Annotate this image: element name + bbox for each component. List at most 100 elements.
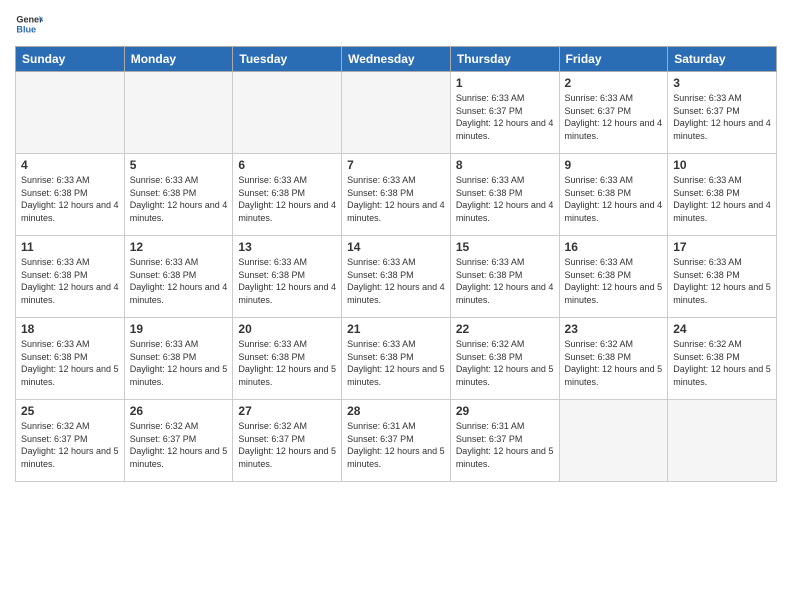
day-info: Sunrise: 6:32 AMSunset: 6:37 PMDaylight:… <box>130 420 228 470</box>
day-cell: 15 Sunrise: 6:33 AMSunset: 6:38 PMDayligh… <box>450 236 559 318</box>
day-number: 6 <box>238 158 336 172</box>
day-info: Sunrise: 6:33 AMSunset: 6:38 PMDaylight:… <box>347 256 445 306</box>
day-number: 22 <box>456 322 554 336</box>
day-number: 23 <box>565 322 663 336</box>
day-info: Sunrise: 6:33 AMSunset: 6:38 PMDaylight:… <box>456 256 554 306</box>
day-cell: 22 Sunrise: 6:32 AMSunset: 6:38 PMDayligh… <box>450 318 559 400</box>
week-row-3: 18 Sunrise: 6:33 AMSunset: 6:38 PMDayligh… <box>16 318 777 400</box>
day-cell: 4 Sunrise: 6:33 AMSunset: 6:38 PMDaylight… <box>16 154 125 236</box>
day-info: Sunrise: 6:33 AMSunset: 6:38 PMDaylight:… <box>130 338 228 388</box>
day-cell: 28 Sunrise: 6:31 AMSunset: 6:37 PMDayligh… <box>342 400 451 482</box>
col-header-friday: Friday <box>559 47 668 72</box>
day-info: Sunrise: 6:33 AMSunset: 6:37 PMDaylight:… <box>456 92 554 142</box>
day-cell: 27 Sunrise: 6:32 AMSunset: 6:37 PMDayligh… <box>233 400 342 482</box>
day-cell: 10 Sunrise: 6:33 AMSunset: 6:38 PMDayligh… <box>668 154 777 236</box>
day-info: Sunrise: 6:33 AMSunset: 6:38 PMDaylight:… <box>347 174 445 224</box>
day-info: Sunrise: 6:33 AMSunset: 6:38 PMDaylight:… <box>21 256 119 306</box>
day-info: Sunrise: 6:33 AMSunset: 6:37 PMDaylight:… <box>565 92 663 142</box>
day-number: 3 <box>673 76 771 90</box>
day-number: 17 <box>673 240 771 254</box>
day-cell <box>16 72 125 154</box>
day-info: Sunrise: 6:33 AMSunset: 6:38 PMDaylight:… <box>565 174 663 224</box>
day-cell <box>342 72 451 154</box>
svg-text:Blue: Blue <box>16 24 36 34</box>
day-info: Sunrise: 6:33 AMSunset: 6:38 PMDaylight:… <box>21 174 119 224</box>
day-cell: 9 Sunrise: 6:33 AMSunset: 6:38 PMDaylight… <box>559 154 668 236</box>
day-number: 28 <box>347 404 445 418</box>
day-info: Sunrise: 6:33 AMSunset: 6:38 PMDaylight:… <box>673 256 771 306</box>
day-cell <box>559 400 668 482</box>
day-info: Sunrise: 6:33 AMSunset: 6:38 PMDaylight:… <box>238 174 336 224</box>
day-cell: 17 Sunrise: 6:33 AMSunset: 6:38 PMDayligh… <box>668 236 777 318</box>
day-number: 15 <box>456 240 554 254</box>
day-cell: 19 Sunrise: 6:33 AMSunset: 6:38 PMDayligh… <box>124 318 233 400</box>
day-info: Sunrise: 6:32 AMSunset: 6:38 PMDaylight:… <box>456 338 554 388</box>
col-header-monday: Monday <box>124 47 233 72</box>
day-cell: 12 Sunrise: 6:33 AMSunset: 6:38 PMDayligh… <box>124 236 233 318</box>
day-number: 24 <box>673 322 771 336</box>
logo-icon: General Blue <box>15 10 43 38</box>
col-header-sunday: Sunday <box>16 47 125 72</box>
week-row-1: 4 Sunrise: 6:33 AMSunset: 6:38 PMDaylight… <box>16 154 777 236</box>
day-info: Sunrise: 6:32 AMSunset: 6:37 PMDaylight:… <box>238 420 336 470</box>
week-row-0: 1Sunrise: 6:33 AMSunset: 6:37 PMDaylight… <box>16 72 777 154</box>
day-cell: 14Sunrise: 6:33 AMSunset: 6:38 PMDayligh… <box>342 236 451 318</box>
col-header-wednesday: Wednesday <box>342 47 451 72</box>
header: General Blue <box>15 10 777 38</box>
day-cell: 18 Sunrise: 6:33 AMSunset: 6:38 PMDayligh… <box>16 318 125 400</box>
day-info: Sunrise: 6:33 AMSunset: 6:38 PMDaylight:… <box>238 256 336 306</box>
day-info: Sunrise: 6:33 AMSunset: 6:38 PMDaylight:… <box>456 174 554 224</box>
day-number: 29 <box>456 404 554 418</box>
day-number: 9 <box>565 158 663 172</box>
day-cell: 16 Sunrise: 6:33 AMSunset: 6:38 PMDayligh… <box>559 236 668 318</box>
col-header-tuesday: Tuesday <box>233 47 342 72</box>
day-cell: 6 Sunrise: 6:33 AMSunset: 6:38 PMDaylight… <box>233 154 342 236</box>
day-number: 12 <box>130 240 228 254</box>
day-cell: 3 Sunrise: 6:33 AMSunset: 6:37 PMDaylight… <box>668 72 777 154</box>
day-info: Sunrise: 6:32 AMSunset: 6:38 PMDaylight:… <box>673 338 771 388</box>
day-number: 7 <box>347 158 445 172</box>
day-cell <box>124 72 233 154</box>
day-info: Sunrise: 6:33 AMSunset: 6:38 PMDaylight:… <box>130 256 228 306</box>
day-cell: 24 Sunrise: 6:32 AMSunset: 6:38 PMDayligh… <box>668 318 777 400</box>
day-info: Sunrise: 6:33 AMSunset: 6:38 PMDaylight:… <box>565 256 663 306</box>
day-info: Sunrise: 6:33 AMSunset: 6:38 PMDaylight:… <box>673 174 771 224</box>
day-number: 26 <box>130 404 228 418</box>
day-number: 21 <box>347 322 445 336</box>
day-number: 19 <box>130 322 228 336</box>
week-row-4: 25Sunrise: 6:32 AMSunset: 6:37 PMDayligh… <box>16 400 777 482</box>
day-info: Sunrise: 6:33 AMSunset: 6:38 PMDaylight:… <box>21 338 119 388</box>
day-number: 4 <box>21 158 119 172</box>
day-number: 2 <box>565 76 663 90</box>
col-header-thursday: Thursday <box>450 47 559 72</box>
day-cell: 26 Sunrise: 6:32 AMSunset: 6:37 PMDayligh… <box>124 400 233 482</box>
day-cell: 21 Sunrise: 6:33 AMSunset: 6:38 PMDayligh… <box>342 318 451 400</box>
day-cell: 23 Sunrise: 6:32 AMSunset: 6:38 PMDayligh… <box>559 318 668 400</box>
day-info: Sunrise: 6:33 AMSunset: 6:38 PMDaylight:… <box>347 338 445 388</box>
calendar-table: SundayMondayTuesdayWednesdayThursdayFrid… <box>15 46 777 482</box>
day-number: 10 <box>673 158 771 172</box>
day-number: 18 <box>21 322 119 336</box>
day-cell: 7 Sunrise: 6:33 AMSunset: 6:38 PMDaylight… <box>342 154 451 236</box>
day-cell: 5Sunrise: 6:33 AMSunset: 6:38 PMDaylight… <box>124 154 233 236</box>
day-number: 20 <box>238 322 336 336</box>
day-cell: 25Sunrise: 6:32 AMSunset: 6:37 PMDayligh… <box>16 400 125 482</box>
day-info: Sunrise: 6:31 AMSunset: 6:37 PMDaylight:… <box>347 420 445 470</box>
page-container: General Blue SundayMondayTuesdayWednesda… <box>0 0 792 612</box>
day-info: Sunrise: 6:33 AMSunset: 6:37 PMDaylight:… <box>673 92 771 142</box>
logo: General Blue <box>15 10 43 38</box>
day-number: 8 <box>456 158 554 172</box>
day-info: Sunrise: 6:33 AMSunset: 6:38 PMDaylight:… <box>130 174 228 224</box>
day-cell: 8 Sunrise: 6:33 AMSunset: 6:38 PMDaylight… <box>450 154 559 236</box>
day-info: Sunrise: 6:32 AMSunset: 6:38 PMDaylight:… <box>565 338 663 388</box>
day-number: 16 <box>565 240 663 254</box>
day-cell <box>668 400 777 482</box>
day-cell: 13Sunrise: 6:33 AMSunset: 6:38 PMDayligh… <box>233 236 342 318</box>
day-info: Sunrise: 6:31 AMSunset: 6:37 PMDaylight:… <box>456 420 554 470</box>
day-info: Sunrise: 6:32 AMSunset: 6:37 PMDaylight:… <box>21 420 119 470</box>
day-info: Sunrise: 6:33 AMSunset: 6:38 PMDaylight:… <box>238 338 336 388</box>
day-number: 27 <box>238 404 336 418</box>
day-cell: 20 Sunrise: 6:33 AMSunset: 6:38 PMDayligh… <box>233 318 342 400</box>
day-cell: 11Sunrise: 6:33 AMSunset: 6:38 PMDayligh… <box>16 236 125 318</box>
header-row: SundayMondayTuesdayWednesdayThursdayFrid… <box>16 47 777 72</box>
